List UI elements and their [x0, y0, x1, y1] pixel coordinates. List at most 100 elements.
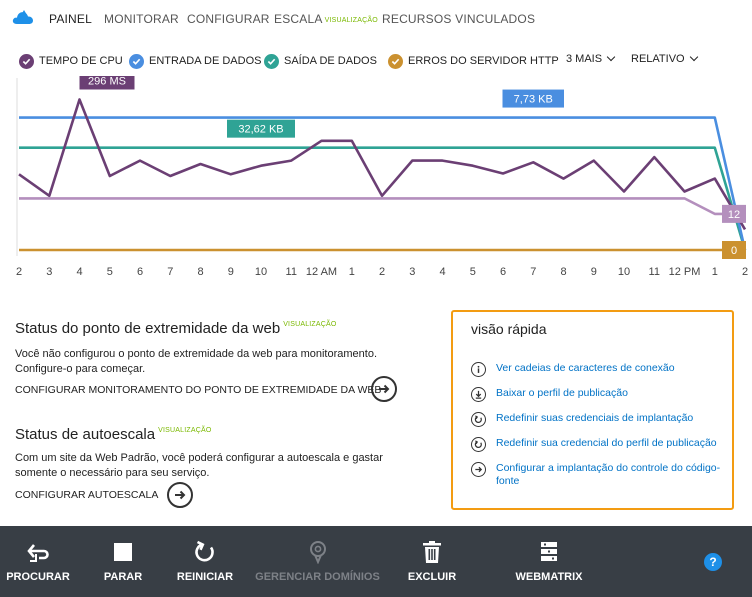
series-layer: [18, 98, 747, 252]
chevron-down-icon: [606, 52, 616, 62]
legend-label: TEMPO DE CPU: [39, 55, 123, 67]
quick-link-label[interactable]: Ver cadeias de caracteres de conexão: [496, 362, 675, 375]
x-tick-label: 6: [137, 266, 143, 278]
quick-view-title: visão rápida: [471, 321, 547, 337]
more-metrics-label: 3 MAIS: [566, 53, 603, 65]
x-tick-label: 5: [470, 266, 476, 278]
end-label-text: 12: [728, 209, 740, 221]
configure-endpoint-link[interactable]: CONFIGURAR MONITORAMENTO DO PONTO DE EXT…: [15, 384, 381, 396]
scale-mode-dropdown[interactable]: RELATIVO: [631, 52, 698, 65]
end-value-label: 12: [722, 204, 746, 223]
x-tick-label: 1: [712, 266, 718, 278]
series-line: [19, 116, 747, 251]
callout-label: 7,73 KB: [514, 94, 553, 106]
command-label: PROCURAR: [6, 571, 70, 583]
checkmark-icon: [129, 53, 144, 69]
preview-badge: VISUALIZAÇÃO: [324, 17, 378, 24]
x-tick-label: 5: [107, 266, 113, 278]
tab-recursos-vinculados[interactable]: RECURSOS VINCULADOS: [382, 12, 535, 26]
x-tick-label: 12 PM: [669, 266, 701, 278]
autoscale-status-title: Status de autoescala VISUALIZAÇÃO: [15, 426, 211, 443]
top-navigation: PAINEL MONITORAR CONFIGURAR ESCALA VISUAL…: [0, 0, 752, 40]
x-tick-label: 8: [197, 266, 203, 278]
series-line: [19, 197, 745, 216]
azure-cloud-logo-icon: [12, 10, 33, 24]
command-label: PARAR: [103, 571, 143, 583]
stop-icon: [114, 543, 132, 561]
command-label: WEBMATRIX: [515, 571, 583, 583]
chart-legend: TEMPO DE CPU ENTRADA DE DADOS SAÍDA DE D…: [0, 52, 752, 72]
checkmark-icon: [264, 53, 279, 69]
command-label: EXCLUIR: [407, 571, 457, 583]
legend-label: ERROS DO SERVIDOR HTTP: [408, 55, 559, 67]
command-label: REINICIAR: [176, 571, 234, 583]
stop-button[interactable]: PARAR: [90, 526, 156, 597]
webmatrix-icon: [541, 542, 557, 561]
browse-button[interactable]: PROCURAR: [0, 526, 76, 597]
quick-link-reset-credentials[interactable]: Redefinir suas credenciais de implantaçã…: [471, 412, 693, 427]
series-callout: 32,62 KB: [227, 119, 295, 138]
legend-label: SAÍDA DE DADOS: [284, 55, 377, 67]
callout-label: 32,62 KB: [238, 124, 283, 136]
legend-item-data-in[interactable]: ENTRADA DE DADOS: [129, 52, 261, 70]
x-tick-label: 4: [76, 266, 82, 278]
quick-view-panel: visão rápida Ver cadeias de caracteres d…: [451, 310, 734, 510]
x-tick-label: 3: [46, 266, 52, 278]
tab-configurar[interactable]: CONFIGURAR: [187, 12, 270, 26]
series-callout: 296 MS: [79, 76, 135, 90]
restart-icon: [195, 540, 214, 562]
quick-link-label[interactable]: Configurar a implantação do controle do …: [496, 462, 721, 488]
legend-item-http-errors[interactable]: ERROS DO SERVIDOR HTTP: [388, 52, 559, 70]
quick-link-label[interactable]: Baixar o perfil de publicação: [496, 387, 628, 400]
quick-link-download-profile[interactable]: Baixar o perfil de publicação: [471, 387, 628, 402]
x-tick-label: 3: [409, 266, 415, 278]
restart-button[interactable]: REINICIAR: [170, 526, 240, 597]
help-button[interactable]: ?: [704, 553, 722, 571]
tab-monitorar[interactable]: MONITORAR: [104, 12, 179, 26]
arrow-right-icon[interactable]: [371, 376, 397, 402]
more-metrics-dropdown[interactable]: 3 MAIS: [566, 52, 616, 65]
configure-autoscale-link[interactable]: CONFIGURAR AUTOESCALA: [15, 489, 158, 501]
tab-escala[interactable]: ESCALA VISUALIZAÇÃO: [274, 12, 378, 26]
callout-label: 296 MS: [88, 76, 126, 88]
quick-link-source-control[interactable]: Configurar a implantação do controle do …: [471, 462, 721, 488]
chevron-down-icon: [689, 52, 698, 62]
tab-escala-label: ESCALA: [274, 12, 323, 26]
series-line: [18, 98, 747, 231]
webmatrix-button[interactable]: WEBMATRIX: [510, 526, 588, 597]
x-tick-label: 2: [742, 266, 748, 278]
preview-badge: VISUALIZAÇÃO: [158, 427, 212, 434]
browse-icon: [27, 544, 49, 562]
autoscale-status-title-text: Status de autoescala: [15, 426, 156, 443]
legend-item-data-out[interactable]: SAÍDA DE DADOS: [264, 52, 377, 70]
x-tick-label: 11: [649, 266, 660, 278]
quick-link-label[interactable]: Redefinir sua credencial do perfil de pu…: [496, 437, 717, 450]
manage-domains-button[interactable]: GERENCIAR DOMÍNIOS: [255, 526, 380, 597]
autoscale-status-text: Com um site da Web Padrão, você poderá c…: [15, 452, 383, 479]
x-tick-label: 1: [349, 266, 355, 278]
quick-link-connection-strings[interactable]: Ver cadeias de caracteres de conexão: [471, 362, 675, 377]
arrow-right-icon[interactable]: [167, 482, 193, 508]
quick-link-label[interactable]: Redefinir suas credenciais de implantaçã…: [496, 412, 693, 425]
preview-badge: VISUALIZAÇÃO: [283, 321, 337, 328]
scale-mode-label: RELATIVO: [631, 53, 685, 65]
endpoint-status-text: Você não configurou o ponto de extremida…: [15, 348, 378, 375]
series-callout: 7,73 KB: [502, 89, 564, 108]
domains-icon: [309, 541, 326, 564]
tab-painel[interactable]: PAINEL: [49, 12, 92, 26]
arrow-right-icon: [471, 462, 486, 477]
delete-button[interactable]: EXCLUIR: [400, 526, 464, 597]
x-tick-label: 11: [286, 266, 297, 278]
endpoint-status-title-text: Status do ponto de extremidade da web: [15, 320, 281, 337]
command-bar: PROCURAR PARAR REINICIAR GERENCIAR DOMÍN…: [0, 526, 752, 597]
x-tick-label: 6: [500, 266, 506, 278]
x-tick-label: 2: [379, 266, 385, 278]
x-tick-label: 8: [560, 266, 566, 278]
trash-icon: [423, 541, 441, 563]
x-axis-ticks: 2 3 4 5 6 7 8 9 10 11 12 AM 1 2 3 4 5 6 7 8 9 10 11 12 PM 1 2: [16, 266, 748, 278]
x-tick-label: 7: [530, 266, 536, 278]
legend-item-cpu[interactable]: TEMPO DE CPU: [19, 52, 123, 70]
x-tick-label: 10: [255, 266, 267, 278]
x-tick-label: 7: [167, 266, 173, 278]
quick-link-reset-profile-credential[interactable]: Redefinir sua credencial do perfil de pu…: [471, 437, 717, 452]
